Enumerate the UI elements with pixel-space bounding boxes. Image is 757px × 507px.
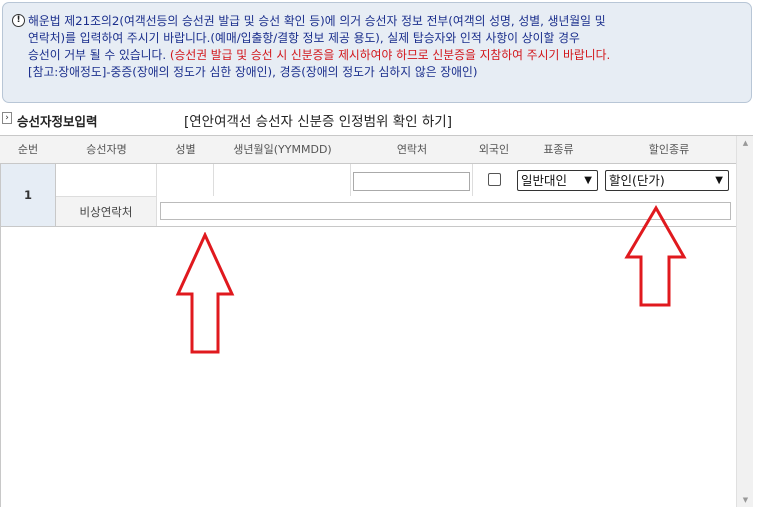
notice-text: 해운법 제21조의2(여객선등의 승선권 발급 및 승선 확인 등)에 의거 승…: [28, 13, 743, 81]
foreigner-checkbox[interactable]: [488, 173, 501, 186]
passenger-name-input[interactable]: [58, 171, 155, 191]
ticket-type-select[interactable]: 일반대인 ▼: [517, 170, 598, 191]
section-title: 승선자정보입력: [17, 114, 98, 129]
birthdate-input[interactable]: [216, 171, 349, 191]
annotation-arrow-up-icon: [175, 232, 235, 354]
header-discount-type: 할인종류: [648, 143, 690, 156]
scroll-down-icon[interactable]: ▼: [737, 493, 754, 507]
expand-arrow-icon[interactable]: ›: [2, 112, 12, 124]
ticket-type-value: 일반대인: [521, 173, 568, 188]
header-name: 승선자명: [86, 143, 127, 156]
header-ticket-type: 표종류: [543, 143, 574, 156]
chevron-down-icon: ▼: [584, 175, 592, 186]
discount-type-value: 할인(단가): [609, 173, 665, 188]
scroll-up-icon[interactable]: ▲: [737, 136, 754, 150]
header-birth: 생년월일(YYMMDD): [233, 143, 332, 156]
notice-box: ! 해운법 제21조의2(여객선등의 승선권 발급 및 승선 확인 등)에 의거…: [2, 2, 752, 103]
section-header: › 승선자정보입력 [연안여객선 승선자 신분증 인정범위 확인 하기]: [0, 110, 757, 132]
notice-line-1: 해운법 제21조의2(여객선등의 승선권 발급 및 승선 확인 등)에 의거 승…: [28, 14, 606, 28]
row-seq: 1: [1, 164, 56, 226]
notice-line-3a: 승선이 거부 될 수 있습니다.: [28, 48, 170, 62]
notice-line-3: 승선이 거부 될 수 있습니다. (승선권 발급 및 승선 시 신분증을 제시하…: [28, 47, 743, 64]
annotation-arrow-up-icon: [624, 205, 687, 307]
header-foreigner: 외국인: [478, 143, 510, 156]
vertical-scrollbar[interactable]: ▲ ▼: [736, 136, 753, 507]
notice-line-4: [참고:장애정도]-중증(장애의 정도가 심한 장애인), 경증(장애의 정도가…: [28, 65, 478, 79]
emergency-contact-label: 비상연락처: [56, 196, 157, 226]
header-contact: 연락처: [396, 143, 428, 156]
exclamation-icon: !: [12, 14, 25, 27]
contact-input[interactable]: [353, 172, 470, 191]
notice-line-3b-warning: (승선권 발급 및 승선 시 신분증을 제시하여야 하므로 신분증을 지참하여 …: [169, 48, 611, 62]
chevron-down-icon: ▼: [715, 175, 723, 186]
id-range-link[interactable]: [연안여객선 승선자 신분증 인정범위 확인 하기]: [184, 110, 452, 130]
gender-input[interactable]: [159, 171, 212, 191]
header-gender: 성별: [175, 143, 196, 156]
grid-header: 순번 승선자명 성별 생년월일(YYMMDD) 연락처 외국인 표종류 할인종류: [0, 136, 736, 164]
header-seq: 순번: [17, 143, 39, 156]
notice-line-2: 연락처)를 입력하여 주시기 바랍니다.(예매/입출항/결항 정보 제공 용도)…: [28, 31, 580, 45]
discount-type-select[interactable]: 할인(단가) ▼: [605, 170, 729, 191]
